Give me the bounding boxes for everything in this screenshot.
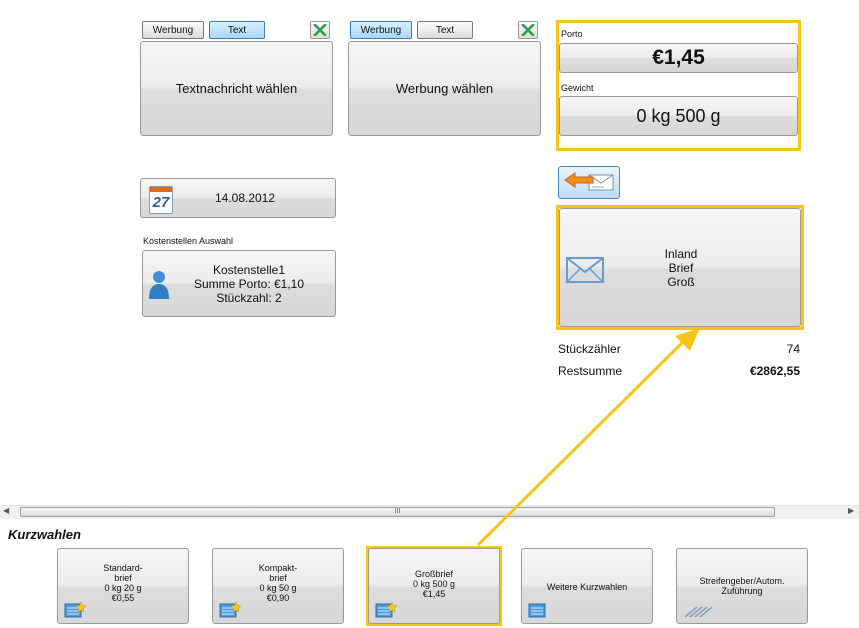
left-tab-werbung[interactable]: Werbung	[142, 21, 204, 39]
stamp-icon	[528, 603, 546, 618]
product-line2: Brief	[668, 260, 694, 275]
kurzwahl-standardbrief[interactable]: Standard- brief 0 kg 20 g €0,55	[57, 548, 189, 624]
porto-value: €1,45	[652, 46, 705, 69]
envelope-icon	[566, 257, 604, 283]
product-line1: Inland	[664, 246, 698, 261]
kurzwahl-text: Großbrief 0 kg 500 g €1,45	[412, 569, 456, 599]
werbung-label: Werbung wählen	[395, 81, 494, 96]
kurzwahl-kompaktbrief[interactable]: Kompakt- brief 0 kg 50 g €0,90	[212, 548, 344, 624]
kostenstellen-label: Kostenstellen Auswahl	[143, 236, 234, 246]
left-clear-button[interactable]	[310, 21, 330, 39]
tape-strip-icon	[684, 606, 713, 618]
scrollbar-grip: III	[394, 508, 401, 515]
gewicht-value: 0 kg 500 g	[636, 105, 721, 126]
date-button[interactable]: 27 14.08.2012	[140, 178, 336, 218]
kostenstelle-summe: Summe Porto: €1,10	[193, 276, 305, 291]
excel-clear-icon	[313, 24, 327, 36]
kostenstelle-stueck: Stückzahl: 2	[216, 290, 282, 305]
date-value: 14.08.2012	[214, 191, 276, 205]
mid-clear-button[interactable]	[518, 21, 538, 39]
excel-clear-icon	[521, 24, 535, 36]
calendar-day: 27	[152, 194, 170, 211]
scroll-left-arrow-icon[interactable]: ◀	[3, 506, 9, 515]
gewicht-button[interactable]: 0 kg 500 g	[559, 96, 798, 136]
textnachricht-label: Textnachricht wählen	[175, 81, 298, 96]
restsumme-value: €2862,55	[749, 364, 800, 378]
mid-tab-text[interactable]: Text	[417, 21, 473, 39]
porto-display: €1,45	[559, 43, 798, 73]
user-icon	[149, 271, 169, 299]
mid-tab-werbung[interactable]: Werbung	[350, 21, 412, 39]
product-button[interactable]: Inland Brief Groß	[559, 208, 801, 327]
textnachricht-button[interactable]: Textnachricht wählen	[140, 41, 333, 136]
envelope-arrow-icon	[564, 172, 614, 191]
scroll-right-arrow-icon[interactable]: ▶	[848, 506, 854, 515]
stamp-star-icon	[219, 601, 241, 618]
calendar-icon: 27	[149, 186, 173, 214]
horizontal-scrollbar[interactable]: ◀ III ▶	[0, 505, 859, 519]
stueckzaehler-value: 74	[786, 342, 800, 356]
kurzwahl-weitere[interactable]: Weitere Kurzwahlen	[521, 548, 653, 624]
kurzwahl-text: Weitere Kurzwahlen	[546, 582, 628, 592]
stueckzaehler-label: Stückzähler	[558, 342, 621, 356]
restsumme-label: Restsumme	[558, 364, 623, 378]
kurzwahl-streifengeber[interactable]: Streifengeber/Autom. Zuführung	[676, 548, 808, 624]
scrollbar-thumb[interactable]: III	[20, 507, 775, 517]
product-line3: Groß	[667, 274, 695, 289]
kurzwahl-grossbrief[interactable]: Großbrief 0 kg 500 g €1,45	[368, 548, 500, 624]
kurzwahl-text: Standard- brief 0 kg 20 g €0,55	[103, 563, 143, 603]
kurzwahl-text: Streifengeber/Autom. Zuführung	[699, 576, 785, 596]
kostenstelle-text: Kostenstelle1 Summe Porto: €1,10 Stückza…	[194, 263, 304, 305]
werbung-button[interactable]: Werbung wählen	[348, 41, 541, 136]
left-tab-text[interactable]: Text	[209, 21, 265, 39]
kurzwahlen-heading: Kurzwahlen	[8, 527, 81, 542]
kostenstelle-name: Kostenstelle1	[212, 262, 286, 277]
kurzwahl-text: Kompakt- brief 0 kg 50 g €0,90	[258, 563, 298, 603]
product-text: Inland Brief Groß	[665, 247, 698, 289]
gewicht-label: Gewicht	[561, 83, 594, 93]
porto-label: Porto	[561, 29, 583, 39]
stamp-star-icon	[375, 601, 397, 618]
kostenstelle-button[interactable]: Kostenstelle1 Summe Porto: €1,10 Stückza…	[142, 250, 336, 317]
envelope-back-button[interactable]	[558, 166, 620, 199]
stamp-star-icon	[64, 601, 86, 618]
